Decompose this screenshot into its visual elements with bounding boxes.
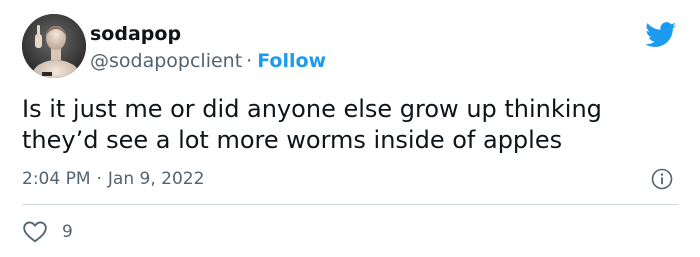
divider — [22, 204, 678, 205]
tweet-date: Jan 9, 2022 — [107, 169, 205, 189]
avatar[interactable] — [22, 14, 86, 78]
info-icon[interactable] — [651, 168, 673, 190]
like-button[interactable]: 9 — [22, 218, 73, 246]
twitter-bird-icon[interactable] — [645, 22, 677, 48]
tweet-card: sodapop @sodapopclient · Follow Is it just… — [0, 0, 700, 257]
like-count: 9 — [62, 222, 73, 242]
heart-icon — [23, 221, 47, 243]
handle-separator: · — [246, 50, 253, 72]
tweet-text: Is it just me or did anyone else grow up… — [22, 94, 682, 156]
avatar-photo — [22, 14, 86, 78]
follow-button[interactable]: Follow — [257, 50, 326, 72]
handle-row: @sodapopclient · Follow — [90, 48, 326, 74]
timestamp-separator: · — [96, 169, 102, 189]
author-handle[interactable]: @sodapopclient — [90, 50, 242, 72]
display-name[interactable]: sodapop — [90, 21, 181, 47]
tweet-time: 2:04 PM — [22, 169, 91, 189]
tweet-text-line: they’d see a lot more worms inside of ap… — [22, 126, 563, 154]
tweet-text-line: Is it just me or did anyone else grow up… — [22, 95, 602, 123]
tweet-timestamp[interactable]: 2:04 PM · Jan 9, 2022 — [22, 166, 204, 192]
